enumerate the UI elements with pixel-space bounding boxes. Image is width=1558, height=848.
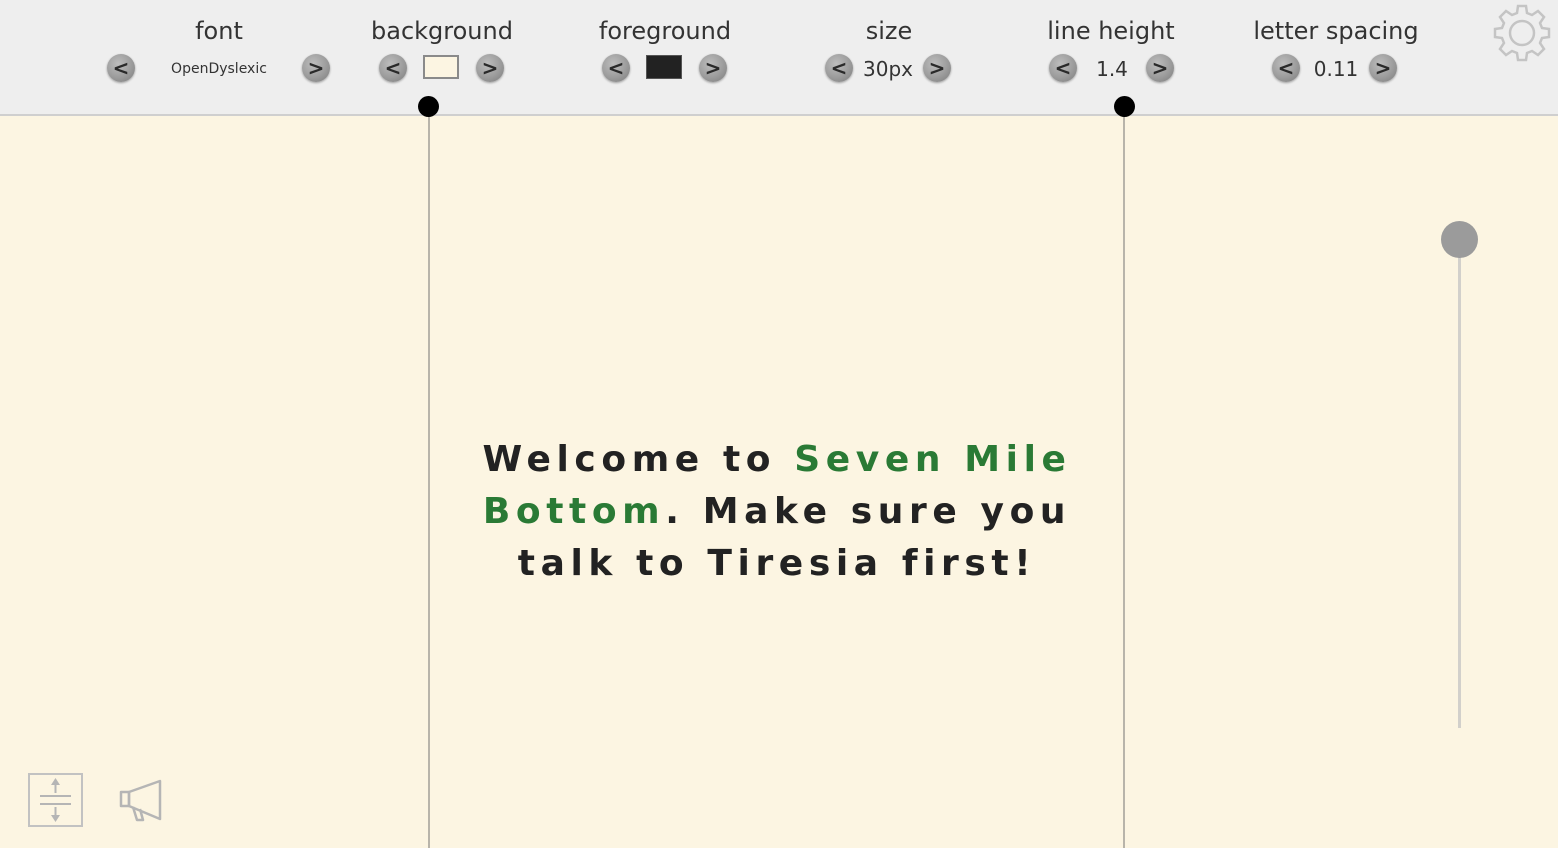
letter-spacing-value: 0.11 <box>1313 57 1359 81</box>
chevron-right-icon: > <box>928 56 946 80</box>
font-next-button[interactable]: > <box>302 54 330 82</box>
size-prev-button[interactable]: < <box>825 54 853 82</box>
reader-app: font < OpenDyslexic > background < > for… <box>0 0 1558 848</box>
scroll-track[interactable] <box>1458 239 1461 728</box>
size-title: size <box>865 17 913 45</box>
foreground-prev-button[interactable]: < <box>602 54 630 82</box>
letter-spacing-prev-button[interactable]: < <box>1272 54 1300 82</box>
line-height-control: line height < 1.4 > <box>1036 0 1186 100</box>
chevron-left-icon: < <box>830 56 848 80</box>
scroll-thumb[interactable] <box>1441 220 1478 258</box>
font-value: OpenDyslexic <box>171 61 267 77</box>
font-control: font < OpenDyslexic > <box>106 0 332 100</box>
chevron-left-icon: < <box>1277 56 1295 80</box>
letter-spacing-title: letter spacing <box>1253 17 1419 45</box>
chevron-left-icon: < <box>112 56 130 80</box>
speak-button[interactable] <box>118 778 166 824</box>
chevron-left-icon: < <box>384 56 402 80</box>
foreground-next-button[interactable]: > <box>699 54 727 82</box>
text-part-1: Welcome to <box>482 439 795 480</box>
gear-icon[interactable] <box>1491 2 1553 64</box>
foreground-swatch <box>646 55 682 79</box>
chevron-right-icon: > <box>1374 56 1392 80</box>
chevron-right-icon: > <box>481 56 499 80</box>
megaphone-icon <box>119 779 162 822</box>
size-control: size < 30px > <box>814 0 964 100</box>
line-height-title: line height <box>1047 17 1175 45</box>
settings-toolbar: font < OpenDyslexic > background < > for… <box>0 0 1558 116</box>
vertical-spacing-icon <box>40 778 71 822</box>
chevron-left-icon: < <box>1054 56 1072 80</box>
background-control: background < > <box>364 0 520 100</box>
foreground-control: foreground < > <box>586 0 744 100</box>
background-prev-button[interactable]: < <box>379 54 407 82</box>
size-value: 30px <box>863 57 913 81</box>
font-title: font <box>195 17 243 45</box>
right-margin-handle[interactable] <box>1114 96 1135 117</box>
line-height-prev-button[interactable]: < <box>1049 54 1077 82</box>
left-margin-handle[interactable] <box>418 96 439 117</box>
chevron-right-icon: > <box>1151 56 1169 80</box>
line-height-value: 1.4 <box>1096 57 1128 81</box>
background-next-button[interactable]: > <box>476 54 504 82</box>
font-prev-button[interactable]: < <box>107 54 135 82</box>
chevron-right-icon: > <box>704 56 722 80</box>
spacing-toggle-button[interactable] <box>28 773 83 827</box>
letter-spacing-next-button[interactable]: > <box>1369 54 1397 82</box>
letter-spacing-control: letter spacing < 0.11 > <box>1250 0 1422 100</box>
foreground-title: foreground <box>598 17 732 45</box>
background-swatch <box>423 55 459 79</box>
chevron-right-icon: > <box>307 56 325 80</box>
reading-text: Welcome to Seven Mile Bottom. Make sure … <box>430 434 1124 590</box>
size-next-button[interactable]: > <box>923 54 951 82</box>
chevron-left-icon: < <box>607 56 625 80</box>
line-height-next-button[interactable]: > <box>1146 54 1174 82</box>
background-title: background <box>371 17 513 45</box>
